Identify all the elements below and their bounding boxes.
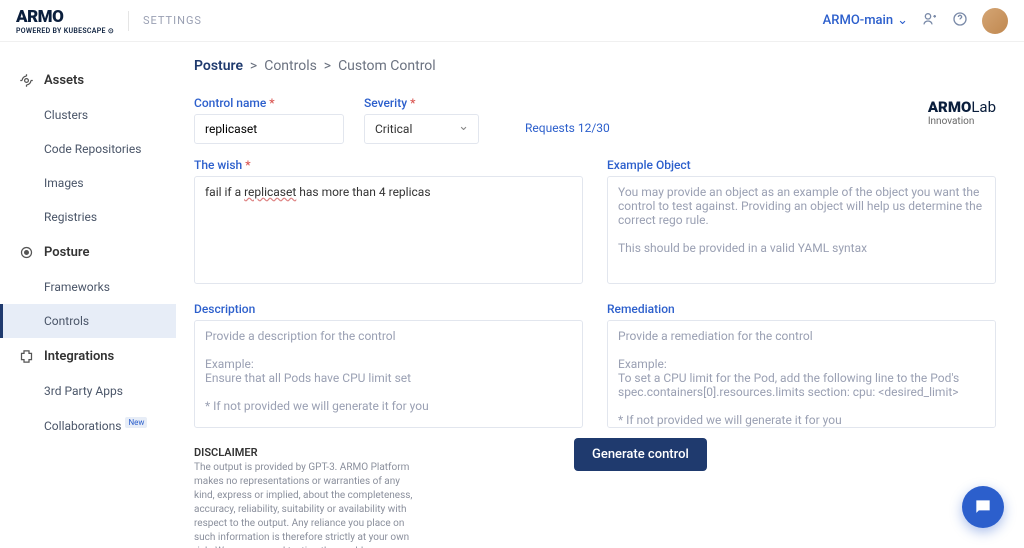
sidebar: Assets Clusters Code Repositories Images… — [0, 42, 176, 548]
severity-select[interactable]: Critical — [364, 114, 479, 144]
sidebar-item-images[interactable]: Images — [0, 166, 176, 200]
sidebar-group-posture[interactable]: Posture — [0, 234, 176, 270]
crumb-custom-control: Custom Control — [338, 58, 436, 74]
integrations-icon — [18, 348, 34, 364]
header-right: ARMO-main ⌄ — [823, 8, 1008, 34]
main-content: Posture > Controls > Custom Control ARMO… — [176, 42, 1024, 548]
logo-block: ARMO POWERED BY KUBESCAPE ⊙ — [16, 7, 114, 35]
armolab-badge: ARMOLab Innovation — [928, 98, 996, 127]
app-header: ARMO POWERED BY KUBESCAPE ⊙ SETTINGS ARM… — [0, 0, 1024, 42]
posture-icon — [18, 244, 34, 260]
sidebar-item-collaborations[interactable]: CollaborationsNew — [0, 408, 176, 443]
assets-icon — [18, 72, 34, 88]
control-name-input[interactable] — [194, 114, 344, 144]
sidebar-item-controls[interactable]: Controls — [0, 304, 176, 338]
generate-control-button[interactable]: Generate control — [574, 438, 707, 471]
header-divider — [128, 11, 129, 31]
sidebar-group-integrations[interactable]: Integrations — [0, 338, 176, 374]
workspace-switcher[interactable]: ARMO-main ⌄ — [823, 13, 908, 28]
example-object-textarea[interactable] — [607, 176, 996, 284]
wish-textarea[interactable]: fail if a replicaset has more than 4 rep… — [194, 176, 583, 284]
chevron-down-icon: ⌄ — [897, 13, 908, 28]
sidebar-item-registries[interactable]: Registries — [0, 200, 176, 234]
description-textarea[interactable] — [194, 320, 583, 428]
remediation-textarea[interactable] — [607, 320, 996, 428]
sidebar-item-3rd-party[interactable]: 3rd Party Apps — [0, 374, 176, 408]
logo: ARMO — [16, 7, 114, 27]
severity-field: Severity * Critical — [364, 96, 479, 144]
help-icon[interactable] — [952, 11, 968, 31]
sidebar-item-frameworks[interactable]: Frameworks — [0, 270, 176, 304]
sidebar-label: Posture — [44, 245, 89, 260]
crumb-posture[interactable]: Posture — [194, 58, 243, 74]
control-name-field: Control name * — [194, 96, 344, 144]
logo-subtitle: POWERED BY KUBESCAPE ⊙ — [16, 27, 114, 35]
requests-counter: Requests 12/30 — [525, 121, 610, 135]
sidebar-label: Assets — [44, 73, 84, 88]
settings-link[interactable]: SETTINGS — [143, 14, 202, 27]
sidebar-label: Integrations — [44, 349, 114, 364]
chat-bubble-button[interactable] — [962, 486, 1004, 528]
crumb-controls[interactable]: Controls — [264, 58, 317, 74]
sidebar-group-assets[interactable]: Assets — [0, 62, 176, 98]
workspace-name: ARMO-main — [823, 13, 893, 28]
sidebar-item-repos[interactable]: Code Repositories — [0, 132, 176, 166]
new-badge: New — [125, 417, 147, 428]
user-add-icon[interactable] — [922, 11, 938, 31]
sidebar-item-clusters[interactable]: Clusters — [0, 98, 176, 132]
avatar[interactable] — [982, 8, 1008, 34]
disclaimer: DISCLAIMER The output is provided by GPT… — [194, 446, 414, 548]
breadcrumb: Posture > Controls > Custom Control — [194, 58, 996, 74]
